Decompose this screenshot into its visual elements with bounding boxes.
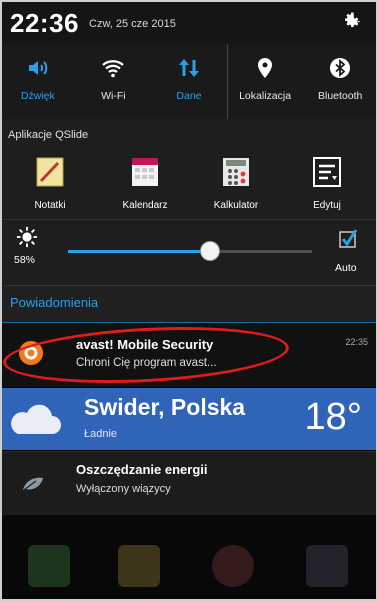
date: Czw, 25 cze 2015 [89, 18, 176, 30]
toggle-bluetooth-label: Bluetooth [317, 90, 363, 102]
messages-app-icon [118, 545, 160, 587]
qslide-app-edit-label: Edytuj [313, 200, 341, 211]
wifi-icon [102, 60, 125, 78]
notifications-header: Powiadomienia [0, 285, 378, 324]
dimmed-home-screen [0, 515, 378, 601]
notes-icon [36, 157, 64, 187]
cloud-sun-icon [11, 404, 61, 434]
weather-city: Swider, Polska [84, 394, 246, 420]
qslide-app-calendar[interactable]: Kalendarz [109, 157, 181, 211]
weather-condition: Ładnie [84, 428, 118, 440]
toggle-data-label: Dane [176, 90, 202, 102]
auto-brightness-label: Auto [335, 262, 357, 274]
gear-icon[interactable] [340, 10, 362, 32]
qslide-app-edit[interactable]: Edytuj [291, 157, 363, 211]
qslide-title: Aplikacje QSlide [8, 129, 89, 141]
location-pin-icon [258, 58, 273, 78]
calendar-icon [132, 158, 158, 186]
toggle-location-label: Lokalizacja [239, 90, 292, 102]
energy-subtitle: Wyłączony wiązycy [76, 483, 171, 495]
brightness-slider[interactable] [68, 241, 312, 261]
notification-weather[interactable]: Swider, Polska Ładnie 18° [0, 388, 378, 450]
bluetooth-icon [330, 58, 351, 78]
speaker-icon [28, 61, 48, 75]
notification-energy-saving[interactable]: Oszczędzanie energii Wyłączony wiązycy [0, 451, 378, 516]
brightness-percent: 58% [14, 254, 36, 266]
data-arrows-icon [178, 59, 199, 77]
qslide-app-notes[interactable]: Notatki [14, 157, 86, 211]
notification-avast[interactable]: avast! Mobile Security Chroni Cię progra… [0, 320, 378, 390]
toggle-sound[interactable]: Dźwięk [0, 44, 76, 119]
clock: 22:36 [10, 8, 79, 38]
brightness-slider-knob[interactable] [199, 241, 220, 261]
clock-app-icon [212, 545, 254, 587]
brightness-slider-fill [68, 250, 210, 253]
brightness-panel: 58% Auto [0, 219, 378, 285]
weather-temperature: 18° [304, 396, 362, 438]
qslide-panel: Aplikacje QSlide Notatki Kalendarz Kalku… [0, 119, 378, 219]
qslide-app-calendar-label: Kalendarz [122, 200, 168, 211]
qslide-app-calculator-label: Kalkulator [213, 200, 259, 211]
leaf-icon [23, 477, 43, 491]
quick-settings: Dźwięk Wi-Fi Dane Lokalizacja Bluetooth [0, 44, 378, 119]
edit-list-icon [313, 157, 341, 187]
notifications-title: Powiadomienia [10, 295, 99, 310]
sun-icon [16, 226, 38, 248]
auto-brightness-checkbox[interactable] [339, 228, 359, 248]
qslide-app-notes-label: Notatki [34, 200, 66, 211]
toggle-location[interactable]: Lokalizacja [226, 44, 303, 119]
qslide-app-calculator[interactable]: Kalkulator [200, 157, 272, 211]
toggle-sound-label: Dźwięk [20, 90, 55, 102]
highlight-ellipse [1, 320, 291, 390]
toggle-data[interactable]: Dane [151, 44, 227, 119]
energy-title: Oszczędzanie energii [76, 462, 208, 477]
avast-time: 22:35 [345, 337, 368, 347]
status-bar: 22:36 Czw, 25 cze 2015 [0, 0, 378, 44]
phone-app-icon [28, 545, 70, 587]
toggle-bluetooth[interactable]: Bluetooth [302, 44, 378, 119]
toggle-wifi[interactable]: Wi-Fi [76, 44, 152, 119]
toggle-wifi-label: Wi-Fi [101, 90, 126, 102]
apps-grid-icon [306, 545, 348, 587]
calculator-icon [223, 158, 249, 186]
